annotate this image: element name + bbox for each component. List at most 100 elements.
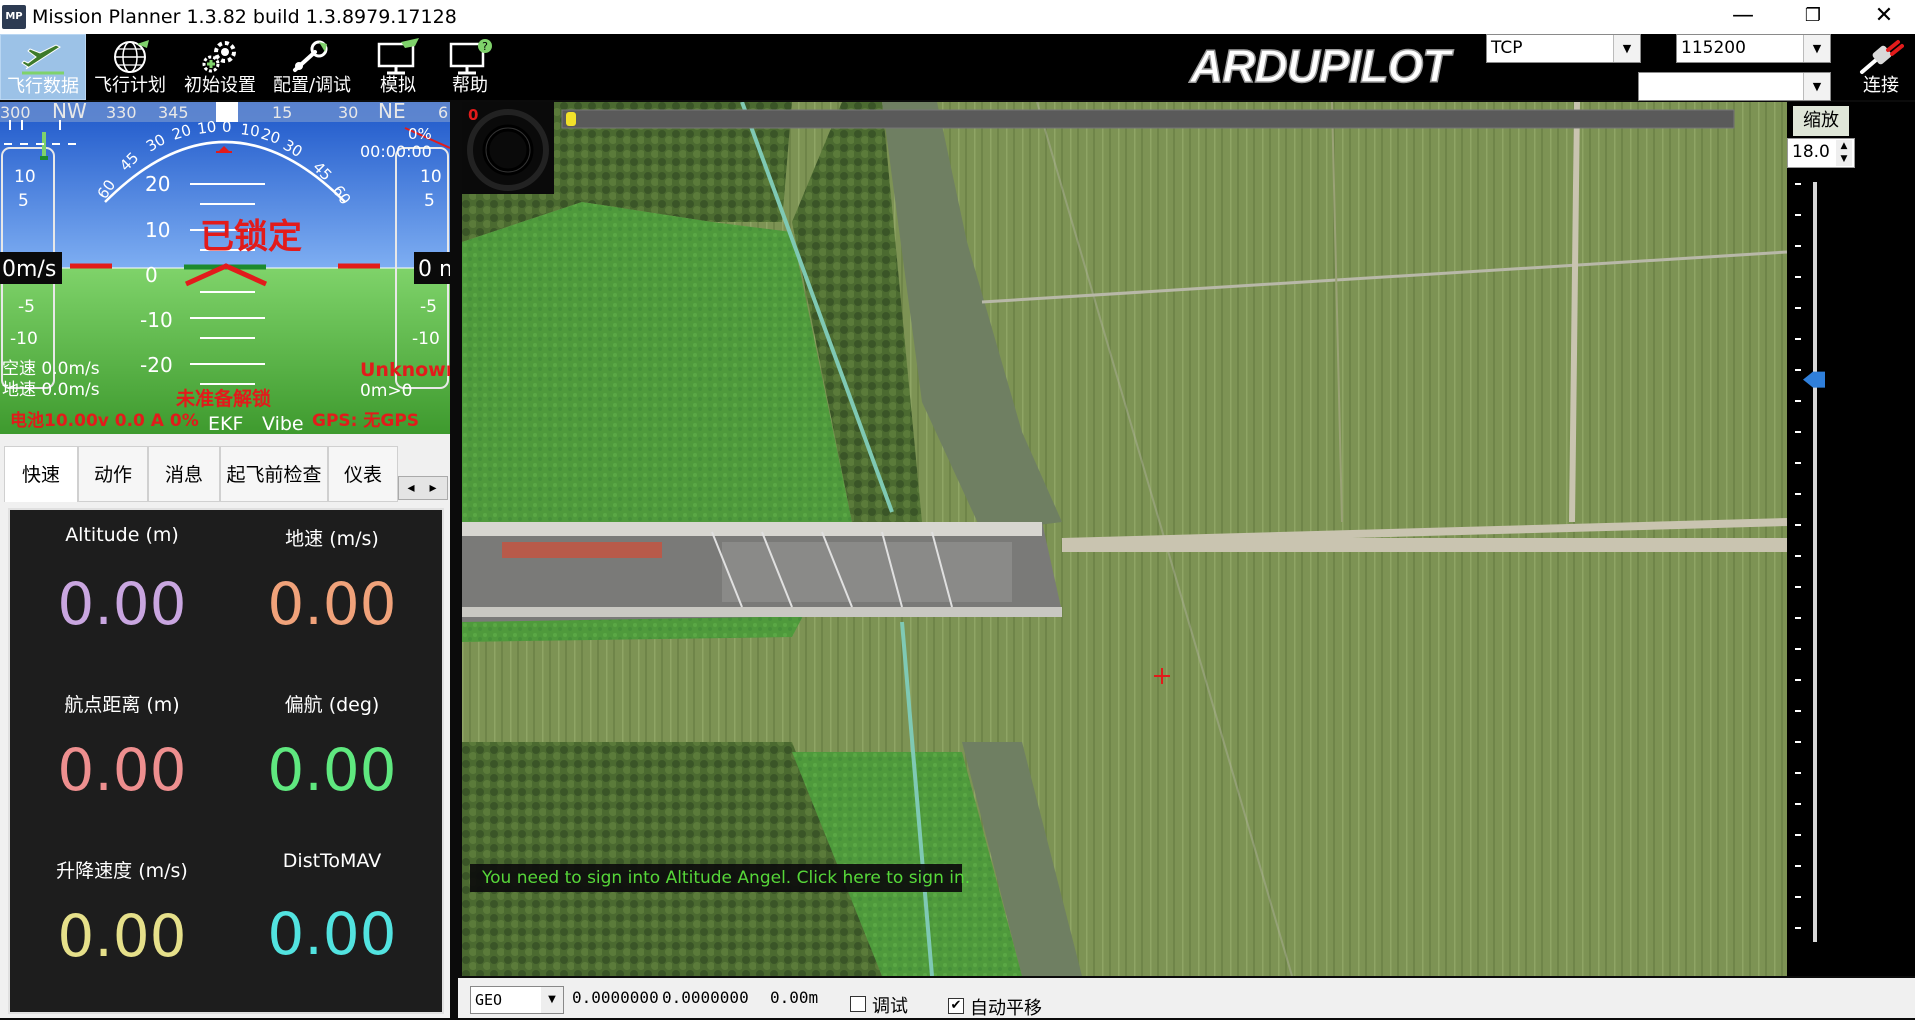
quick-value-climb-rate: 0.00: [57, 902, 187, 970]
help-label: 帮助: [452, 75, 488, 96]
heading-tick: NW: [52, 102, 87, 123]
speed-tick: 5: [18, 191, 29, 211]
minimize-button[interactable]: —: [1714, 0, 1772, 34]
monitor-plane-icon: [377, 38, 419, 75]
speed-tick: -10: [10, 329, 38, 349]
initial-setup-button[interactable]: 初始设置: [176, 34, 264, 100]
quick-label-wp-distance: 航点距离 (m): [64, 694, 180, 716]
flight-time: 00:00:00: [360, 142, 432, 161]
quick-label-climb-rate: 升降速度 (m/s): [56, 860, 188, 882]
flight-data-button[interactable]: 飞行数据: [0, 34, 86, 100]
altitude-angel-message[interactable]: You need to sign into Altitude Angel. Cl…: [482, 868, 970, 888]
heading-tick: 345: [158, 103, 189, 122]
monitor-help-icon: ?: [449, 39, 492, 75]
gps-status: GPS: 无GPS: [312, 411, 419, 431]
chevron-down-icon: ▼: [1803, 73, 1830, 100]
flight-mode: Unknown: [360, 359, 450, 381]
flight-plan-button[interactable]: 飞行计划: [88, 34, 172, 100]
tab-gauges[interactable]: 仪表: [328, 446, 398, 502]
initial-setup-label: 初始设置: [184, 75, 256, 96]
altitude-angel-banner[interactable]: You need to sign into Altitude Angel. Cl…: [470, 864, 970, 892]
vibe-status: Vibe: [262, 413, 304, 434]
prearm-status: 未准备解锁: [175, 387, 271, 410]
baud-rate-select[interactable]: 115200 ▼: [1676, 34, 1831, 63]
pitch-label: -20: [140, 353, 173, 377]
tab-actions[interactable]: 动作: [78, 446, 148, 502]
baud-rate-value: 115200: [1681, 38, 1746, 58]
autopan-label: 自动平移: [970, 998, 1042, 1019]
coord-system-select[interactable]: GEO ▼: [470, 986, 564, 1014]
zoom-spinner[interactable]: 18.0 ▲ ▼: [1787, 138, 1855, 168]
zoom-label: 缩放: [1793, 106, 1849, 136]
restore-button[interactable]: ❐: [1784, 0, 1842, 34]
ardupilot-logo: ARDUPILOT: [1188, 39, 1456, 90]
chevron-down-icon: ▼: [541, 987, 563, 1013]
heading-tick: 6: [438, 103, 448, 122]
mission-progress-knob[interactable]: [566, 112, 576, 126]
zoom-slider[interactable]: [1787, 172, 1837, 954]
chevron-left-icon[interactable]: ◂: [401, 478, 421, 498]
alt-value: 0 m: [418, 257, 450, 282]
tab-messages[interactable]: 消息: [148, 446, 220, 502]
connect-button[interactable]: 连接: [1848, 34, 1914, 100]
heading-tick: 330: [106, 103, 137, 122]
zoom-slider-thumb[interactable]: [1803, 371, 1825, 388]
autopan-checkbox[interactable]: ✔: [948, 998, 964, 1014]
chevron-down-icon: ▼: [1613, 35, 1640, 62]
connection-type-value: TCP: [1491, 38, 1523, 58]
alt-tick: -5: [420, 297, 437, 317]
chevron-right-icon[interactable]: ▸: [423, 478, 443, 498]
link-select[interactable]: ▼: [1638, 72, 1831, 101]
plug-icon: [1860, 40, 1904, 74]
coord-system-value: GEO: [475, 991, 503, 1009]
quick-label-groundspeed: 地速 (m/s): [285, 528, 379, 550]
zoom-value[interactable]: 18.0: [1792, 142, 1830, 162]
speed-tick: -5: [18, 297, 35, 317]
flight-data-label: 飞行数据: [7, 76, 79, 97]
logo-text: ARDUPILOT: [1189, 40, 1454, 90]
tab-prearm-check[interactable]: 起飞前检查: [220, 446, 328, 502]
throttle-percent: 0%: [408, 125, 432, 143]
map-view[interactable]: 0: [462, 102, 1787, 976]
config-tuning-label: 配置/调试: [272, 75, 352, 96]
debug-checkbox[interactable]: [850, 996, 866, 1012]
altitude-readout: 0.00m: [770, 988, 819, 1007]
mission-progress-bar: [561, 109, 1735, 129]
simulation-label: 模拟: [380, 75, 416, 96]
hud: 300 NW 330 345 0 15 30 NE 6 60 45 30 20 …: [0, 102, 450, 434]
pitch-label: -10: [140, 308, 173, 332]
tab-scroller: ◂ ▸: [398, 476, 448, 500]
config-tuning-button[interactable]: 配置/调试: [266, 34, 358, 100]
simulation-button[interactable]: 模拟: [362, 34, 434, 100]
roll-label: 10: [196, 117, 217, 137]
connect-label: 连接: [1863, 75, 1899, 96]
battery-status: 电池10.00v 0.0 A 0%: [10, 410, 199, 431]
window-title: Mission Planner 1.3.82 build 1.3.8979.17…: [32, 6, 457, 28]
tab-quick[interactable]: 快速: [4, 446, 78, 502]
latitude-readout: 0.0000000: [572, 988, 659, 1007]
quick-label-dist-to-mav: DistToMAV: [282, 850, 382, 872]
quick-value-groundspeed: 0.00: [267, 570, 397, 638]
quick-panel: Altitude (m) 0.00 地速 (m/s) 0.00 航点距离 (m)…: [8, 508, 444, 1014]
roll-label: 10: [239, 120, 260, 140]
longitude-readout: 0.0000000: [662, 988, 749, 1007]
alt-tick: -10: [412, 329, 440, 349]
spin-down-icon[interactable]: ▼: [1836, 153, 1852, 166]
quick-value-yaw: 0.00: [267, 736, 397, 804]
plane-icon: [21, 44, 64, 75]
armed-status: 已锁定: [200, 217, 302, 257]
help-button[interactable]: ? 帮助: [436, 34, 504, 100]
connection-type-select[interactable]: TCP ▼: [1486, 34, 1641, 63]
alt-tick: 10: [420, 167, 442, 187]
svg-text:?: ?: [482, 40, 488, 53]
pitch-label: 10: [145, 218, 170, 242]
home-distance: 0m>0: [360, 381, 412, 401]
close-button[interactable]: ✕: [1855, 0, 1913, 34]
quick-label-yaw: 偏航 (deg): [284, 694, 380, 716]
heading-tick: 30: [338, 103, 358, 122]
quick-value-wp-distance: 0.00: [57, 736, 187, 804]
app-icon: MP: [2, 5, 26, 29]
heading-tick: NE: [378, 102, 406, 123]
spin-up-icon[interactable]: ▲: [1836, 140, 1852, 153]
speed-value: 0m/s: [2, 257, 56, 282]
